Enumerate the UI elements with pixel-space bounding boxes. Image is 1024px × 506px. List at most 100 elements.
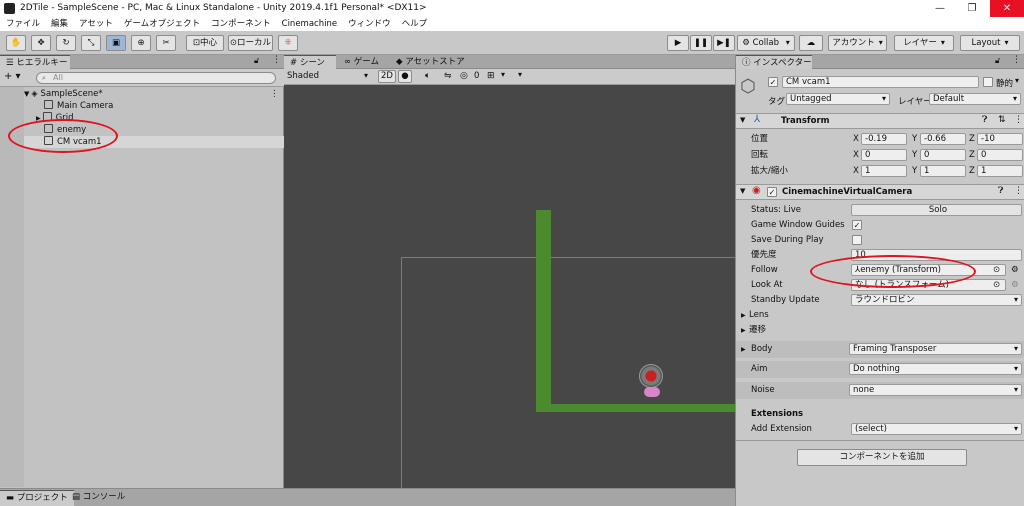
create-button[interactable]: + ▾ bbox=[4, 71, 21, 82]
foldout-arrow-icon[interactable]: ▶ bbox=[741, 308, 746, 323]
close-button[interactable]: ✕ bbox=[990, 0, 1024, 17]
rotation-z-input[interactable]: 0 bbox=[977, 149, 1023, 161]
grid-snap-icon[interactable]: ⁜ bbox=[278, 35, 298, 51]
menu-window[interactable]: ウィンドウ bbox=[348, 17, 391, 31]
transition-foldout[interactable]: ▶ 遷移 bbox=[736, 323, 1024, 338]
layer-dropdown[interactable]: Default bbox=[929, 93, 1021, 105]
static-checkbox[interactable] bbox=[983, 77, 993, 87]
position-z-input[interactable]: -10 bbox=[977, 133, 1023, 145]
noise-row[interactable]: Noise none bbox=[736, 382, 1024, 399]
rotate-tool-icon[interactable]: ↻ bbox=[56, 35, 76, 51]
foldout-arrow-icon[interactable]: ▶ bbox=[741, 342, 746, 357]
game-window-guides-checkbox[interactable]: ✓ bbox=[852, 220, 862, 230]
tag-dropdown[interactable]: Untagged bbox=[786, 93, 890, 105]
scale-z-input[interactable]: 1 bbox=[977, 165, 1023, 177]
tab-scene[interactable]: # シーン bbox=[284, 55, 336, 69]
pivot-local-button[interactable]: ⊙ローカル bbox=[228, 35, 273, 51]
standby-dropdown[interactable]: ラウンドロビン bbox=[851, 294, 1022, 306]
minimize-button[interactable]: — bbox=[925, 0, 955, 17]
tab-inspector[interactable]: ⓘ インスペクター bbox=[736, 55, 812, 69]
menu-cinemachine[interactable]: Cinemachine bbox=[282, 17, 337, 31]
menu-gameobject[interactable]: ゲームオブジェクト bbox=[124, 17, 200, 31]
tab-game[interactable]: ∞ ゲーム bbox=[338, 55, 385, 69]
menu-edit[interactable]: 編集 bbox=[51, 17, 68, 31]
scene-row[interactable]: ▼ ◈ SampleScene* ⋮ bbox=[24, 88, 284, 100]
vcam-header[interactable]: ▼ ◉ ✓ CinemachineVirtualCamera ❓︎ ⋮ bbox=[736, 184, 1024, 200]
list-item[interactable]: Main Camera bbox=[24, 100, 284, 112]
shading-dropdown-arrow-icon[interactable]: ▾ bbox=[364, 71, 368, 80]
position-x-input[interactable]: -0.19 bbox=[861, 133, 907, 145]
transform-header[interactable]: ▼ ⅄ Transform ❓︎ ⇅ ⋮ bbox=[736, 113, 1024, 129]
position-y-input[interactable]: -0.66 bbox=[920, 133, 966, 145]
priority-input[interactable]: 10 bbox=[851, 249, 1022, 261]
tab-asset-store[interactable]: ◆ アセットストア bbox=[390, 55, 471, 69]
body-row[interactable]: ▶ Body Framing Transposer bbox=[736, 341, 1024, 358]
scale-tool-icon[interactable]: ⤡ bbox=[81, 35, 101, 51]
help-icon[interactable]: ❓︎ bbox=[998, 186, 1003, 196]
list-item-selected[interactable]: CM vcam1 bbox=[24, 136, 284, 148]
solo-button[interactable]: Solo bbox=[851, 204, 1022, 216]
lens-foldout[interactable]: ▶ Lens bbox=[736, 308, 1024, 323]
settings-gear-icon[interactable]: ⚙ bbox=[1011, 278, 1019, 293]
scene-canvas[interactable] bbox=[284, 85, 735, 488]
scale-y-input[interactable]: 1 bbox=[920, 165, 966, 177]
menu-file[interactable]: ファイル bbox=[6, 17, 40, 31]
tab-hierarchy[interactable]: ☰ ヒエラルキー bbox=[0, 55, 70, 69]
save-during-play-checkbox[interactable] bbox=[852, 235, 862, 245]
component-menu-icon[interactable]: ⋮ bbox=[1014, 186, 1023, 196]
panel-menu-icon[interactable]: ⋮ bbox=[1012, 55, 1021, 65]
cinemachine-camera-icon[interactable] bbox=[639, 364, 663, 388]
pivot-center-button[interactable]: ⊡中心 bbox=[186, 35, 224, 51]
scale-x-input[interactable]: 1 bbox=[861, 165, 907, 177]
add-component-button[interactable]: コンポーネントを追加 bbox=[797, 449, 967, 466]
menu-help[interactable]: ヘルプ bbox=[402, 17, 428, 31]
list-item[interactable]: ▶ Grid bbox=[24, 112, 284, 124]
grid-icon[interactable]: ⊞ bbox=[487, 71, 495, 81]
lock-icon[interactable]: 🔓︎ bbox=[254, 56, 259, 66]
cloud-icon[interactable]: ☁ bbox=[799, 35, 823, 51]
lock-icon[interactable]: 🔓︎ bbox=[995, 56, 1000, 66]
rotation-y-input[interactable]: 0 bbox=[920, 149, 966, 161]
hidden-objects-icon[interactable]: ◎ bbox=[460, 71, 468, 81]
maximize-button[interactable]: ❐ bbox=[957, 0, 987, 17]
pause-button[interactable]: ❚❚ bbox=[690, 35, 712, 51]
transform-tool-icon[interactable]: ⊕ bbox=[131, 35, 151, 51]
presets-icon[interactable]: ⇅ bbox=[998, 115, 1006, 125]
aim-dropdown[interactable]: Do nothing bbox=[849, 363, 1022, 375]
component-menu-icon[interactable]: ⋮ bbox=[1014, 115, 1023, 125]
foldout-arrow-icon[interactable]: ▼ bbox=[740, 187, 745, 195]
foldout-arrow-icon[interactable]: ▼ bbox=[740, 116, 745, 124]
object-picker-icon[interactable]: ⊙ bbox=[993, 278, 1000, 293]
account-dropdown[interactable]: アカウント bbox=[828, 35, 887, 51]
aim-row[interactable]: Aim Do nothing bbox=[736, 361, 1024, 378]
collapse-arrow-icon[interactable]: ▶ bbox=[36, 115, 41, 122]
follow-object-field[interactable]: ⅄enemy (Transform) bbox=[851, 264, 1006, 276]
noise-dropdown[interactable]: none bbox=[849, 384, 1022, 396]
gizmos-dropdown-arrow-icon[interactable]: ▾ bbox=[518, 70, 522, 79]
step-button[interactable]: ▶❚ bbox=[713, 35, 735, 51]
scene-menu-icon[interactable]: ⋮ bbox=[270, 88, 279, 100]
play-button[interactable]: ▶ bbox=[667, 35, 689, 51]
vcam-enabled-checkbox[interactable]: ✓ bbox=[767, 187, 777, 197]
settings-gear-icon[interactable]: ⚙ bbox=[1011, 263, 1019, 278]
lookat-object-field[interactable]: なし (トランスフォーム) bbox=[851, 279, 1006, 291]
active-checkbox[interactable]: ✓ bbox=[768, 77, 778, 87]
foldout-arrow-icon[interactable]: ▶ bbox=[741, 323, 746, 338]
enemy-sprite[interactable] bbox=[644, 387, 660, 397]
move-tool-icon[interactable]: ✥ bbox=[31, 35, 51, 51]
grid-dropdown-arrow-icon[interactable]: ▾ bbox=[501, 70, 505, 79]
gizmo-count[interactable]: 0 bbox=[474, 71, 479, 81]
menu-component[interactable]: コンポーネント bbox=[211, 17, 271, 31]
tab-project[interactable]: ▬ プロジェクト bbox=[0, 490, 74, 506]
panel-menu-icon[interactable]: ⋮ bbox=[272, 55, 281, 65]
expand-arrow-icon[interactable]: ▼ bbox=[24, 90, 29, 98]
add-extension-dropdown[interactable]: (select) bbox=[851, 423, 1022, 435]
list-item[interactable]: enemy bbox=[24, 124, 284, 136]
effects-icon[interactable]: ⇋ bbox=[444, 71, 452, 81]
rotation-x-input[interactable]: 0 bbox=[861, 149, 907, 161]
custom-tool-icon[interactable]: ✂ bbox=[156, 35, 176, 51]
hand-tool-icon[interactable]: ✋ bbox=[6, 35, 26, 51]
hierarchy-search-input[interactable]: All bbox=[36, 72, 276, 84]
static-dropdown-arrow-icon[interactable]: ▾ bbox=[1015, 76, 1019, 85]
help-icon[interactable]: ❓︎ bbox=[982, 115, 987, 125]
